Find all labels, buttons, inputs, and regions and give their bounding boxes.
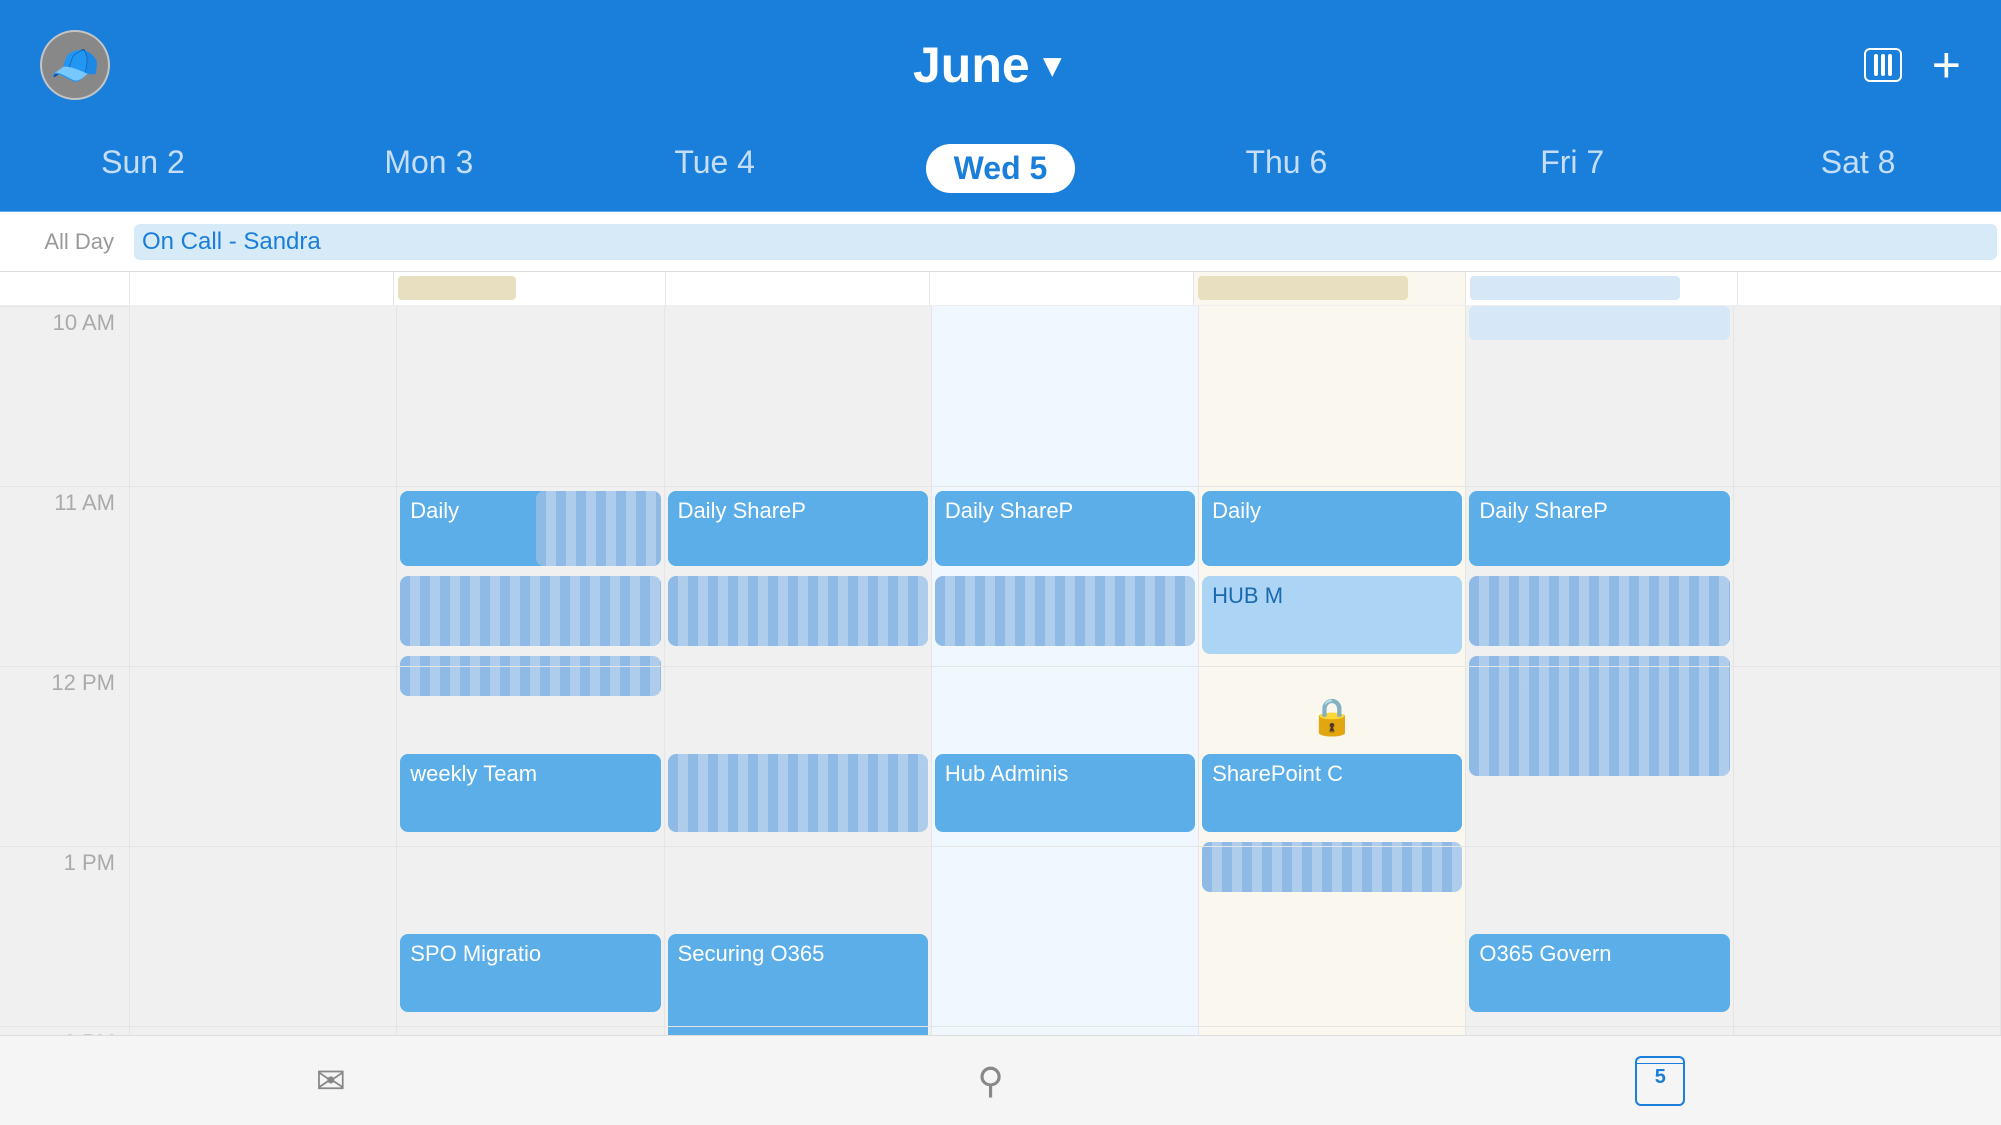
days-grid: Daily weekly Team SPO Migratio Daily Sha… <box>130 306 2001 1073</box>
tab-search[interactable]: ⚲ <box>957 1052 1023 1110</box>
event-blurred-mon-1[interactable] <box>536 491 661 566</box>
event-o365-govern[interactable]: O365 Govern <box>1469 934 1729 1012</box>
top-blurred-strip <box>0 272 2001 306</box>
all-day-event[interactable]: On Call - Sandra <box>134 224 1997 260</box>
event-sharepoint-c[interactable]: SharePoint C <box>1202 754 1462 832</box>
add-event-button[interactable]: + <box>1932 40 1961 90</box>
day-navigation: Sun 2 Mon 3 Tue 4 Wed 5 Thu 6 Fri 7 Sat … <box>0 130 2001 212</box>
event-spo-migration[interactable]: SPO Migratio <box>400 934 660 1012</box>
month-title-group[interactable]: June ▾ <box>913 36 1061 94</box>
event-daily-sharep-wed[interactable]: Daily ShareP <box>935 491 1195 566</box>
event-daily-thu[interactable]: Daily <box>1202 491 1462 566</box>
day-fri7[interactable]: Fri 7 <box>1429 130 1715 211</box>
all-day-label: All Day <box>0 229 130 255</box>
event-blurred-thu-1[interactable] <box>1202 842 1462 892</box>
time-column: 10 AM 11 AM 12 PM 1 PM 2 PM <box>0 306 130 1073</box>
month-label: June <box>913 36 1030 94</box>
app-header: 🧢 June ▾ + <box>0 0 2001 130</box>
event-blurred-wed-1[interactable] <box>935 576 1195 646</box>
day-column-wed: Daily ShareP Hub Adminis <box>932 306 1199 1073</box>
all-day-row: All Day On Call - Sandra <box>0 212 2001 272</box>
event-blurred-mon-2[interactable] <box>400 576 660 646</box>
day-thu6-label: Thu 6 <box>1245 144 1327 180</box>
event-daily-sharep-fri[interactable]: Daily ShareP <box>1469 491 1729 566</box>
search-icon: ⚲ <box>977 1060 1003 1102</box>
day-column-tue: Daily ShareP Securing O365 <box>665 306 932 1073</box>
day-wed5[interactable]: Wed 5 <box>858 130 1144 211</box>
event-blurred-fri-1[interactable] <box>1469 576 1729 646</box>
day-column-mon: Daily weekly Team SPO Migratio <box>397 306 664 1073</box>
tab-calendar[interactable]: 5 <box>1615 1048 1705 1114</box>
day-column-thu: Daily HUB M 🔒 SharePoint C <box>1199 306 1466 1073</box>
mail-icon: ✉ <box>316 1060 346 1102</box>
calendar-scroll[interactable]: 10 AM 11 AM 12 PM 1 PM 2 PM Daily w <box>0 306 2001 1073</box>
day-sun2-label: Sun 2 <box>101 144 185 180</box>
event-blurred-tue-2[interactable] <box>668 754 928 832</box>
day-thu6[interactable]: Thu 6 <box>1143 130 1429 211</box>
event-weekly-team[interactable]: weekly Team <box>400 754 660 832</box>
event-tan-fri[interactable] <box>1469 306 1729 340</box>
day-sat8-label: Sat 8 <box>1821 144 1896 180</box>
time-11am: 11 AM <box>0 486 129 666</box>
day-fri7-label: Fri 7 <box>1540 144 1604 180</box>
event-daily-sharep-tue[interactable]: Daily ShareP <box>668 491 928 566</box>
day-column-sat <box>1734 306 2001 1073</box>
event-blurred-tue-1[interactable] <box>668 576 928 646</box>
avatar[interactable]: 🧢 <box>40 30 110 100</box>
day-column-fri: Daily ShareP O365 Govern <box>1466 306 1733 1073</box>
day-wed5-label: Wed 5 <box>926 144 1076 193</box>
day-sat8[interactable]: Sat 8 <box>1715 130 2001 211</box>
view-toggle-button[interactable] <box>1864 48 1902 82</box>
day-column-sun <box>130 306 397 1073</box>
tab-bar: ✉ ⚲ 5 <box>0 1035 2001 1125</box>
event-hub-adminis[interactable]: Hub Adminis <box>935 754 1195 832</box>
time-1pm: 1 PM <box>0 846 129 1026</box>
tab-mail[interactable]: ✉ <box>296 1052 366 1110</box>
calendar-icon: 5 <box>1635 1056 1685 1106</box>
chevron-down-icon[interactable]: ▾ <box>1044 45 1061 85</box>
day-mon3-label: Mon 3 <box>384 144 473 180</box>
day-tue4-label: Tue 4 <box>674 144 755 180</box>
event-blurred-fri-2[interactable] <box>1469 656 1729 776</box>
calendar-day-number: 5 <box>1655 1066 1666 1089</box>
day-tue4[interactable]: Tue 4 <box>572 130 858 211</box>
header-actions: + <box>1864 40 1961 90</box>
event-hub-m[interactable]: HUB M <box>1202 576 1462 654</box>
day-sun2[interactable]: Sun 2 <box>0 130 286 211</box>
time-10am: 10 AM <box>0 306 129 486</box>
lock-icon: 🔒 <box>1310 696 1355 738</box>
time-12pm: 12 PM <box>0 666 129 846</box>
event-blurred-mon-3[interactable] <box>400 656 660 696</box>
day-mon3[interactable]: Mon 3 <box>286 130 572 211</box>
